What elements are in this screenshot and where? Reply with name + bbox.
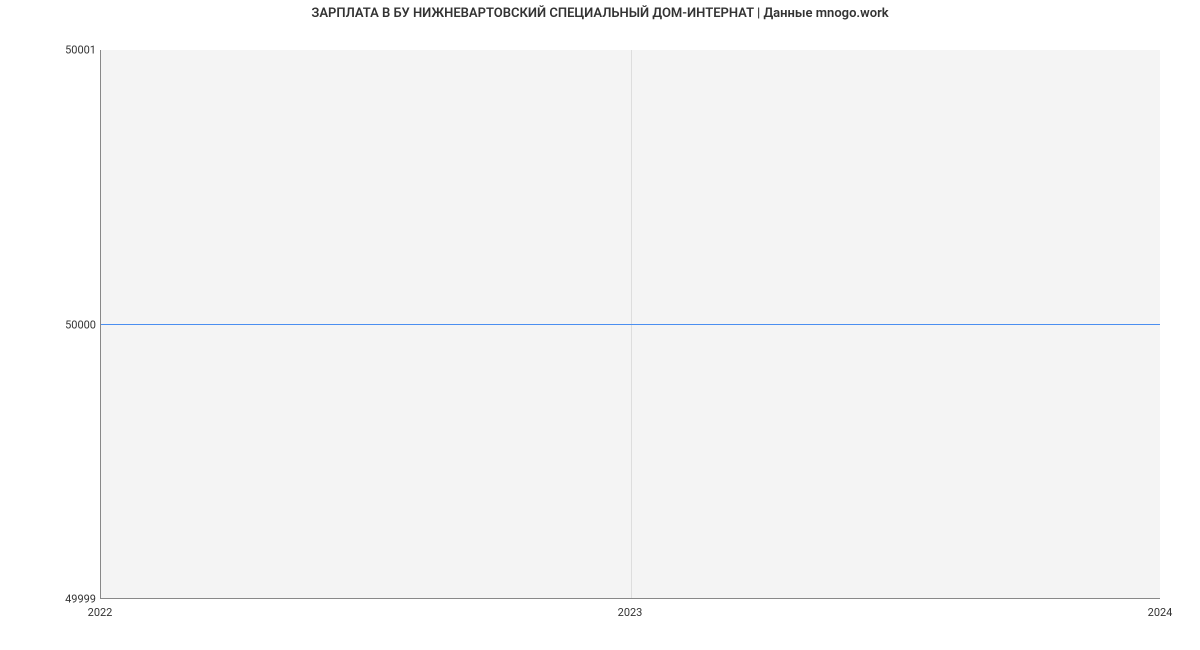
y-tick-2: 50001 [65,44,96,57]
y-tick-1: 50000 [65,318,96,331]
series-salary [101,324,1160,325]
x-tick-2: 2024 [1148,606,1173,619]
x-tick-0: 2022 [88,606,113,619]
chart-title: ЗАРПЛАТА В БУ НИЖНЕВАРТОВСКИЙ СПЕЦИАЛЬНЫ… [0,6,1200,21]
x-tick-1: 2023 [618,606,643,619]
plot-area [100,50,1160,599]
y-tick-0: 49999 [65,593,96,606]
salary-chart: ЗАРПЛАТА В БУ НИЖНЕВАРТОВСКИЙ СПЕЦИАЛЬНЫ… [0,0,1200,650]
